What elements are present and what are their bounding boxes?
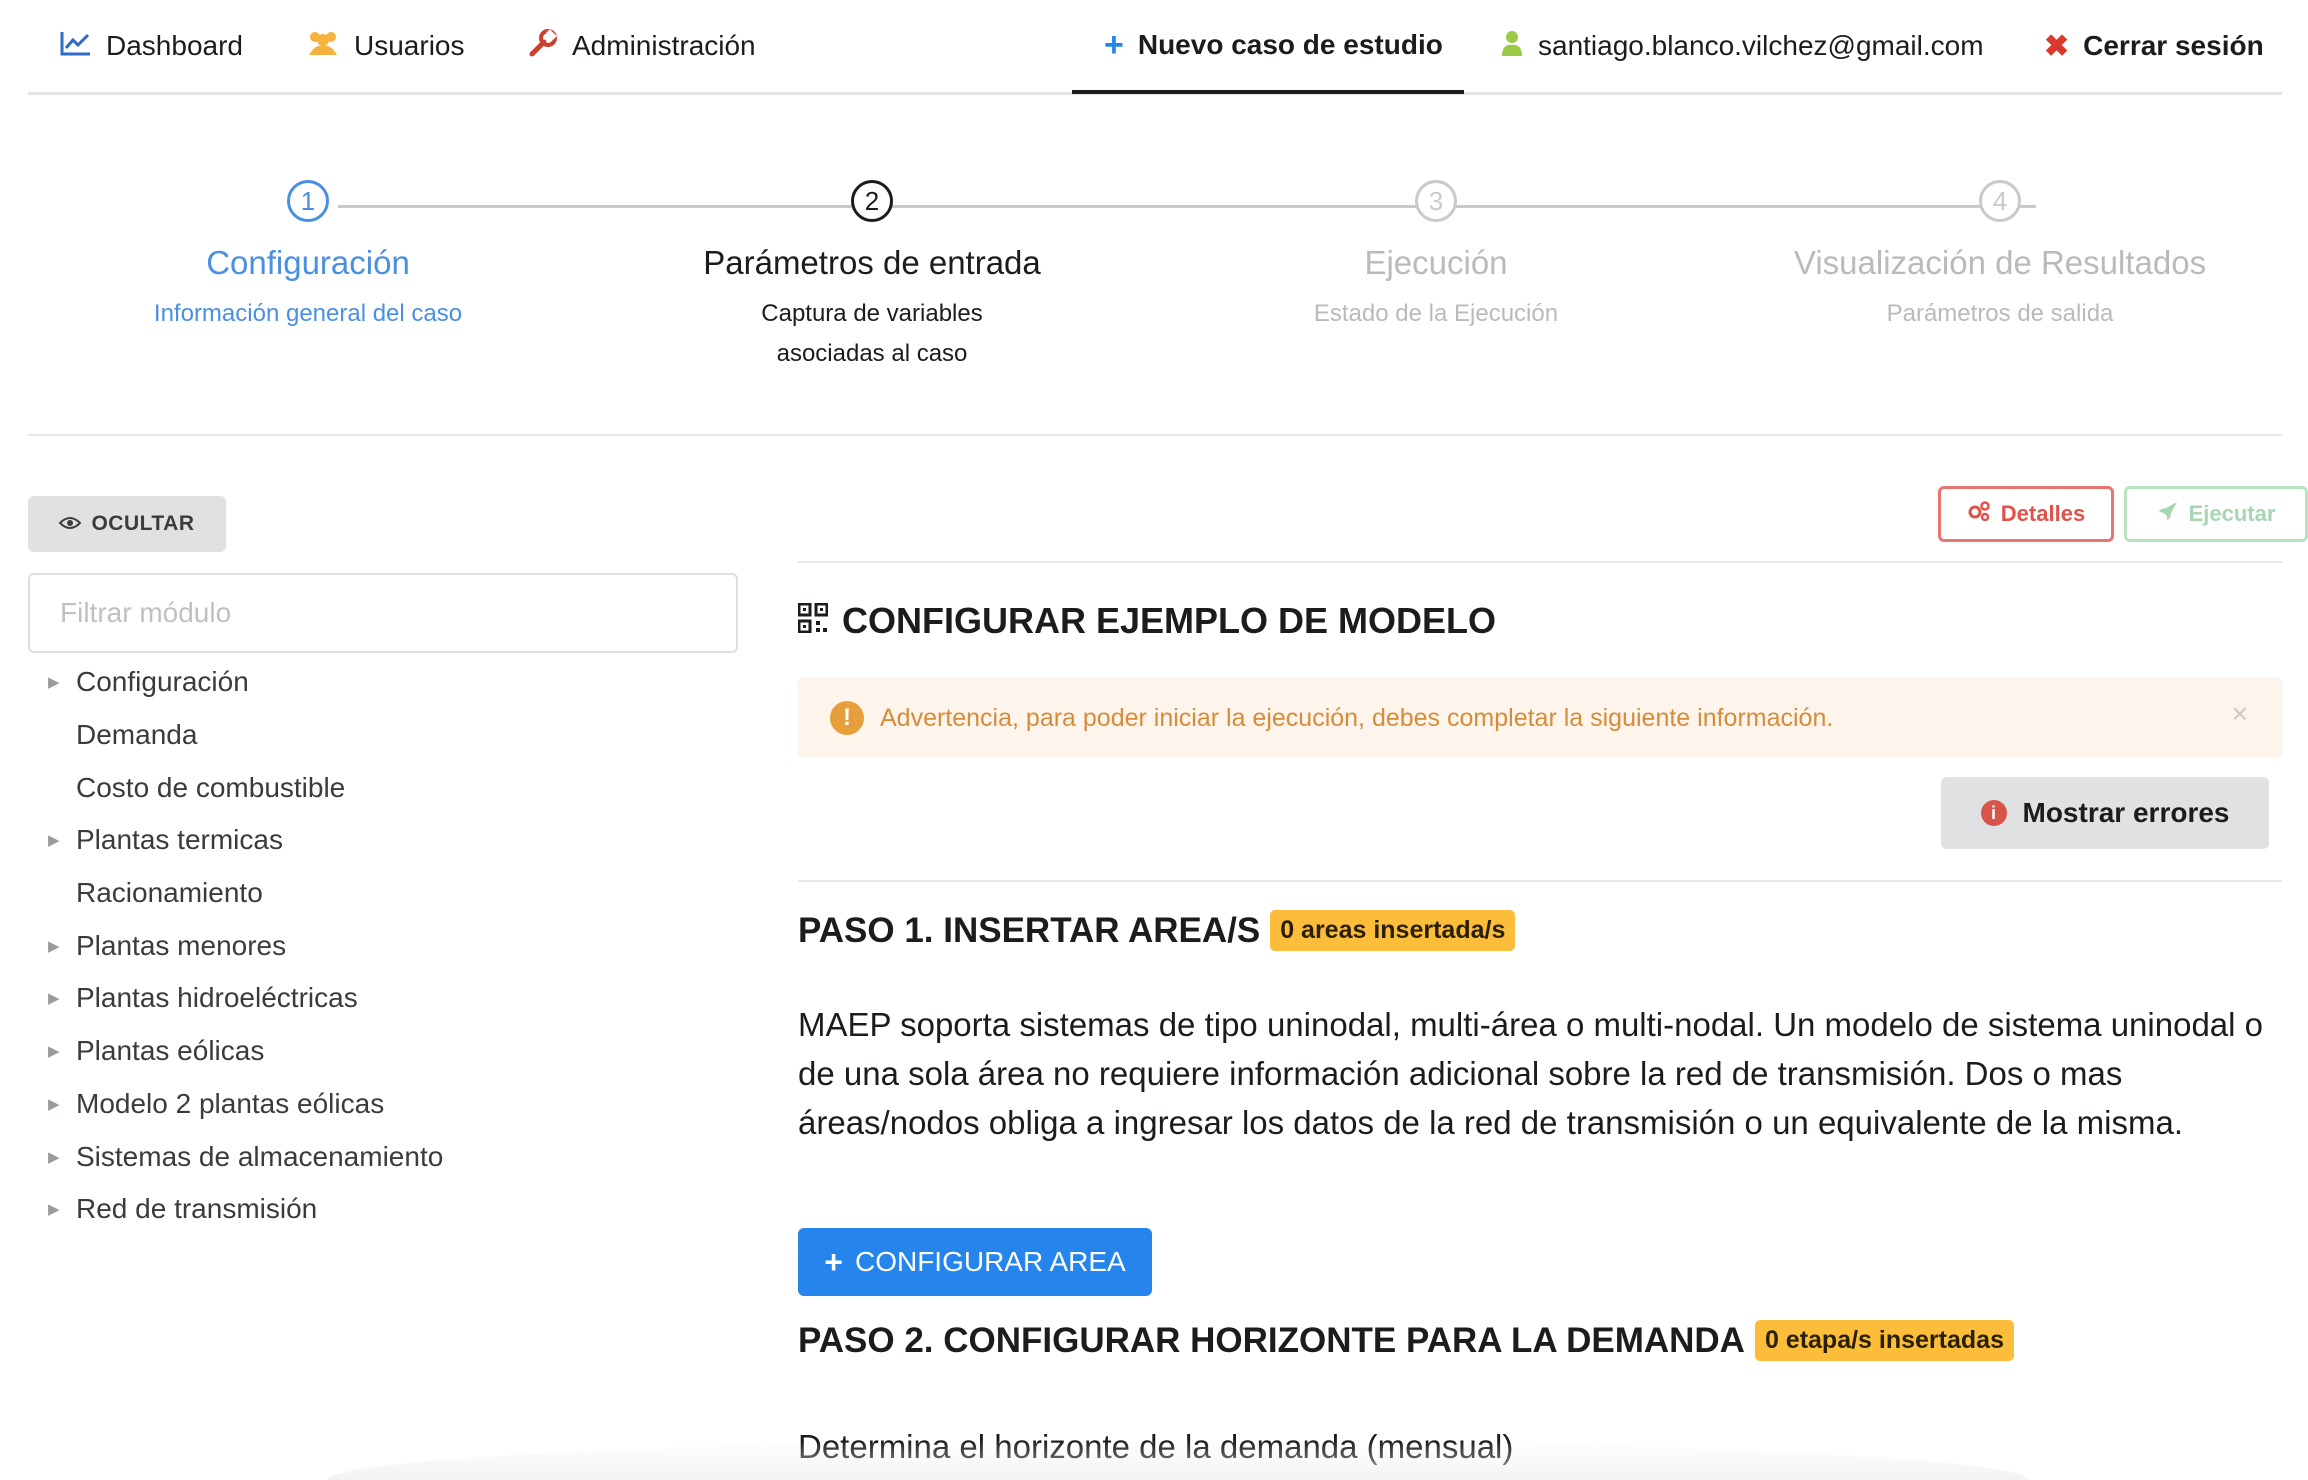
nav-admin-label: Administración [572,30,756,61]
module-filter-input[interactable] [28,573,738,653]
tree-item-racionamiento[interactable]: Racionamiento [28,867,738,920]
info-circle-icon: i [1980,800,2007,826]
nav-dashboard-label: Dashboard [106,30,243,61]
tree-item-plantas-hidroelectricas[interactable]: ▶ Plantas hidroeléctricas [28,972,738,1025]
tree-item-configuracion[interactable]: ▶ Configuración [28,656,738,709]
caret-right-icon: ▶ [48,1201,60,1219]
step2-heading: PASO 2. CONFIGURAR HORIZONTE PARA LA DEM… [798,1320,2014,1361]
tree-item-label: Plantas termicas [76,824,283,856]
step-title: Configuración [206,244,410,281]
gears-icon [1967,500,1991,528]
module-tree: ▶ Configuración Demanda Costo de combusti… [28,656,738,1236]
tree-item-label: Sistemas de almacenamiento [76,1140,444,1172]
step1-description: MAEP soporta sistemas de tipo uninodal, … [798,1006,2264,1141]
tree-item-label: Plantas eólicas [76,1035,265,1067]
warning-text: Advertencia, para poder iniciar la ejecu… [880,703,1834,732]
step1-title: PASO 1. INSERTAR AREA/S [798,910,1261,950]
step-desc: Información general del caso [153,300,463,327]
tree-item-sistemas-almacenamiento[interactable]: ▶ Sistemas de almacenamiento [28,1130,738,1183]
tree-item-label: Racionamiento [76,877,263,909]
configure-area-button[interactable]: + CONFIGURAR AREA [798,1228,1152,1296]
caret-right-icon: ▶ [48,1095,60,1113]
tree-item-label: Plantas menores [76,929,287,961]
tree-item-label: Red de transmisión [76,1193,318,1225]
plus-icon: + [824,1243,843,1280]
tree-item-plantas-eolicas[interactable]: ▶ Plantas eólicas [28,1025,738,1078]
caret-right-icon: ▶ [48,832,60,850]
step-configuracion[interactable]: 1 Configuración Información general del … [28,180,588,334]
wrench-icon [528,28,558,65]
tree-item-modelo-2-plantas-eolicas[interactable]: ▶ Modelo 2 plantas eólicas [28,1078,738,1131]
caret-right-icon: ▶ [48,1043,60,1061]
tree-item-plantas-menores[interactable]: ▶ Plantas menores [28,919,738,972]
execute-button[interactable]: Ejecutar [2124,486,2308,542]
step1-heading: PASO 1. INSERTAR AREA/S 0 areas insertad… [798,910,1516,951]
warning-message: ! Advertencia, para poder iniciar la eje… [798,678,2282,758]
tree-item-label: Modelo 2 plantas eólicas [76,1087,385,1119]
tree-item-label: Configuración [76,666,249,698]
areas-count-badge: 0 areas insertada/s [1270,910,1516,951]
nav-dashboard[interactable]: Dashboard [60,0,243,92]
exclamation-circle-icon: ! [830,701,864,735]
caret-right-icon: ▶ [48,1148,60,1166]
tree-item-label: Demanda [76,719,198,751]
qrcode-icon [797,600,829,642]
caret-right-icon: ▶ [48,937,60,955]
step2-title: PASO 2. CONFIGURAR HORIZONTE PARA LA DEM… [798,1320,1745,1360]
details-button-label: Detalles [2000,501,2086,526]
hide-sidebar-label: OCULTAR [91,512,195,535]
rocket-icon [2157,500,2179,528]
show-errors-label: Mostrar errores [2022,797,2230,828]
section-title: CONFIGURAR EJEMPLO DE MODELO [797,600,1497,642]
nav-users[interactable]: Usuarios [306,0,464,92]
nav-admin[interactable]: Administración [528,0,756,92]
step-number: 1 [287,180,329,222]
main-content: Detalles Ejecutar CONFIGURAR EJEMPLO DE … [797,0,2308,1480]
configure-area-label: CONFIGURAR AREA [854,1246,1126,1277]
hide-sidebar-button[interactable]: OCULTAR [28,496,226,552]
tree-item-plantas-termicas[interactable]: ▶ Plantas termicas [28,814,738,867]
tree-item-red-transmision[interactable]: ▶ Red de transmisión [28,1183,738,1236]
tree-item-demanda[interactable]: Demanda [28,709,738,762]
nav-users-label: Usuarios [354,30,465,61]
stages-count-badge: 0 etapa/s insertadas [1754,1320,2014,1361]
users-icon [306,29,340,64]
tree-item-label: Plantas hidroeléctricas [76,982,358,1014]
execute-button-label: Ejecutar [2188,501,2276,526]
eye-icon [59,513,82,536]
section-title-label: CONFIGURAR EJEMPLO DE MODELO [842,600,1497,641]
divider [798,880,2282,882]
divider [798,561,2282,563]
show-errors-button[interactable]: i Mostrar errores [1941,777,2269,849]
close-icon[interactable]: × [2232,698,2248,730]
tree-item-costo-combustible[interactable]: Costo de combustible [28,761,738,814]
tree-item-label: Costo de combustible [76,771,346,803]
chart-line-icon [60,30,92,63]
details-button[interactable]: Detalles [1938,486,2114,542]
caret-right-icon: ▶ [48,990,60,1008]
caret-right-icon: ▶ [48,674,60,692]
